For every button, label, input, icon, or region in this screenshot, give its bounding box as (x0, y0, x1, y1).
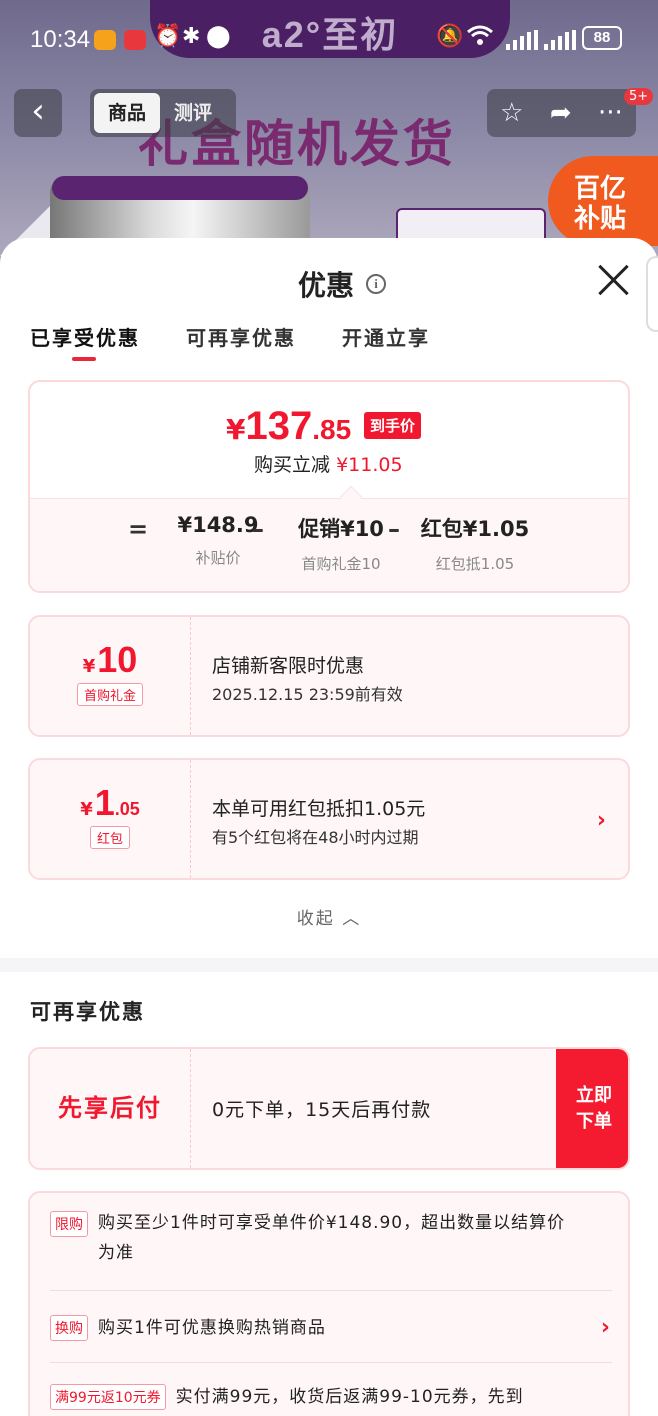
instant-reduction-amount: ¥11.05 (336, 454, 403, 476)
chevron-right-icon[interactable]: › (601, 1315, 610, 1340)
coupon-amount: ¥ 10 (30, 639, 190, 681)
promo-text: 购买1件可优惠换购热销商品 (98, 1317, 326, 1338)
pay-later-label: 先享后付 (30, 1049, 191, 1168)
price-summary-card: ¥ 137 .85 到手价 购买立减 ¥11.05 = ¥148.9 补贴价 –… (28, 380, 630, 593)
order-now-label: 立即下单 (576, 1085, 612, 1132)
breakdown-label: 补贴价 (195, 549, 241, 567)
pay-later-card[interactable]: 先享后付 0元下单，15天后再付款 立即下单 (28, 1047, 630, 1170)
wifi-icon (466, 24, 494, 52)
chevron-up-icon: ︿ (342, 909, 362, 929)
equals-sign: = (128, 515, 149, 543)
sheet-header: 优惠 i (298, 264, 387, 304)
minus-sign: – (388, 515, 400, 543)
subsidy-badge-text: 百亿补贴 (574, 174, 627, 234)
coupon-amount: ¥ 1 .05 (30, 782, 190, 824)
location-icon: ⬤ (206, 24, 231, 49)
collapse-button[interactable]: 收起 ︿ (0, 904, 658, 929)
breakdown-value: 红包¥1.05 (420, 517, 530, 541)
nav-tabs: 商品 测评 (90, 89, 236, 137)
final-price: ¥ 137 .85 (226, 404, 351, 449)
nav-actions: ☆ ➦ ··· (487, 89, 636, 137)
info-icon[interactable]: i (366, 274, 387, 294)
coupon-amount-integer: 10 (97, 639, 138, 680)
coupon-first-purchase[interactable]: ¥ 10 首购礼金 店铺新客限时优惠 2025.12.15 23:59前有效 (28, 615, 630, 737)
coupon-amount-block: ¥ 1 .05 红包 (30, 760, 191, 878)
promo-row: 限购 购买至少1件时可享受单件价¥148.90，超出数量以结算价为准 (50, 1211, 612, 1291)
breakdown-value: 促销¥10 (298, 517, 384, 541)
breakdown-label: 红包抵1.05 (435, 555, 515, 573)
promo-text: 购买至少1件时可享受单件价¥148.90，超出数量以结算价为准 (98, 1213, 566, 1263)
coupon-description: 有5个红包将在48小时内过期 (212, 828, 419, 847)
status-bar: 10:34 ⏰ ✱ ⬤ 🔕 88 (0, 0, 658, 78)
price-breakdown: = ¥148.9 补贴价 – 促销¥10 首购礼金10 – 红包¥1.05 红包… (30, 498, 628, 591)
close-icon[interactable] (596, 262, 632, 298)
currency-symbol: ¥ (226, 413, 246, 446)
final-price-integer: 137 (245, 404, 313, 448)
coupon-title: 店铺新客限时优惠 (212, 655, 365, 677)
final-price-decimal: .85 (312, 414, 352, 445)
product-can-lid (52, 176, 308, 200)
status-time: 10:34 (30, 26, 91, 53)
breakdown-promotion: 促销¥10 首购礼金10 (276, 513, 406, 574)
breakdown-red-packet: 红包¥1.05 红包抵1.05 (410, 513, 540, 574)
signal-strength-icon (506, 30, 538, 50)
favorite-star-icon[interactable]: ☆ (500, 98, 523, 128)
promo-text: 实付满99元，收货后返满99-10元券，先到 (175, 1387, 524, 1407)
more-icon[interactable]: ··· (598, 98, 623, 128)
currency-symbol: ¥ (80, 799, 93, 820)
battery-indicator: 88 (582, 26, 622, 50)
currency-symbol: ¥ (82, 656, 96, 677)
minus-sign: – (252, 515, 264, 543)
promo-row: 满99元返10元券 实付满99元，收货后返满99-10元券，先到 (50, 1367, 612, 1416)
breakdown-label: 首购礼金10 (301, 555, 381, 573)
order-now-button[interactable]: 立即下单 (556, 1049, 628, 1168)
tab-activate-discounts[interactable]: 开通立享 (342, 322, 430, 351)
promotions-card: 限购 购买至少1件时可享受单件价¥148.90，超出数量以结算价为准 换购 购买… (28, 1191, 630, 1416)
coupon-type-label: 红包 (89, 826, 130, 849)
subsidy-badge: 百亿补贴 (548, 156, 658, 246)
message-badge: 5+ (624, 88, 654, 105)
tab-enjoyed-discounts[interactable]: 已享受优惠 (30, 322, 140, 361)
alarm-icon: ⏰ (154, 24, 182, 49)
coupon-amount-block: ¥ 10 首购礼金 (30, 617, 191, 735)
nav-tab-review[interactable]: 测评 (160, 93, 226, 133)
coupon-title: 本单可用红包抵扣1.05元 (212, 798, 426, 820)
coupon-red-packet[interactable]: ¥ 1 .05 红包 本单可用红包抵扣1.05元 有5个红包将在48小时内过期 … (28, 758, 630, 880)
notification-app-icon (124, 30, 146, 50)
tab-more-discounts[interactable]: 可再享优惠 (186, 322, 296, 351)
promo-tag: 换购 (50, 1314, 88, 1341)
side-handle (646, 256, 658, 332)
bluetooth-icon: ✱ (182, 24, 201, 49)
sheet-title: 优惠 (298, 269, 355, 302)
notification-app-icon (94, 30, 116, 50)
coupon-type-label: 首购礼金 (76, 683, 143, 706)
promo-row[interactable]: 换购 购买1件可优惠换购热销商品 › (50, 1293, 612, 1363)
coupon-expiry: 2025.12.15 23:59前有效 (212, 685, 403, 704)
back-button[interactable]: ‹ (14, 89, 62, 137)
section-divider (0, 958, 658, 972)
instant-reduction-label: 购买立减 (254, 454, 331, 476)
nav-tab-product[interactable]: 商品 (94, 93, 160, 133)
sheet-tabs: 已享受优惠 可再享优惠 开通立享 (30, 322, 430, 361)
collapse-label: 收起 (296, 909, 335, 929)
chevron-right-icon[interactable]: › (597, 808, 606, 833)
promo-tag: 满99元返10元券 (50, 1384, 166, 1410)
signal-strength-icon (544, 30, 576, 50)
coupon-amount-decimal: .05 (114, 799, 140, 819)
final-price-tag: 到手价 (364, 412, 422, 439)
mute-icon: 🔕 (436, 24, 464, 49)
pay-later-description: 0元下单，15天后再付款 (212, 1099, 432, 1121)
promo-tag: 限购 (50, 1211, 88, 1237)
share-icon[interactable]: ➦ (550, 98, 572, 128)
more-discounts-title: 可再享优惠 (30, 1000, 145, 1024)
instant-reduction: 购买立减 ¥11.05 (254, 450, 403, 477)
coupon-amount-integer: 1 (94, 782, 115, 823)
